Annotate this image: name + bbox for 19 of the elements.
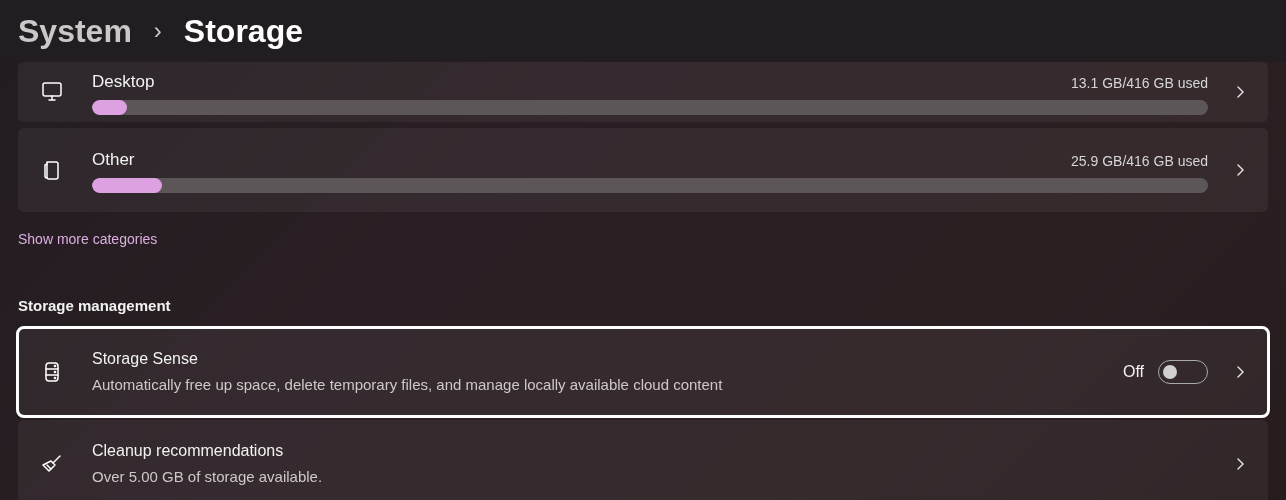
setting-title: Storage Sense — [92, 348, 199, 369]
breadcrumb-separator: › — [153, 16, 162, 46]
usage-text: 25.9 GB/416 GB used — [1071, 152, 1208, 172]
setting-description: Over 5.00 GB of storage available. — [92, 466, 324, 487]
monitor-icon — [40, 80, 64, 104]
show-more-link[interactable]: Show more categories — [18, 229, 158, 250]
usage-text: 13.1 GB/416 GB used — [1071, 74, 1208, 94]
setting-description: Automatically free up space, delete temporary files, and manage locally available cloud content — [92, 374, 724, 395]
section-heading: Storage management — [18, 296, 172, 316]
setting-card[interactable]: Cleanup recommendations Over 5.00 GB of storage available. — [18, 419, 1268, 500]
breadcrumb-parent[interactable]: System — [18, 7, 132, 55]
category-name: Other — [92, 148, 135, 171]
setting-card[interactable]: Storage Sense Automatically free up space, delete temporary files, and manage locally available cloud content Off — [18, 327, 1268, 416]
category-card[interactable]: Desktop 13.1 GB/416 GB used — [18, 62, 1268, 122]
page-title: Storage — [183, 12, 303, 51]
toggle-label: Off — [1122, 361, 1144, 382]
category-card[interactable]: Other 25.9 GB/416 GB used — [18, 128, 1268, 212]
setting-title: Cleanup recommendations — [92, 440, 285, 461]
category-name: Desktop — [92, 70, 155, 93]
